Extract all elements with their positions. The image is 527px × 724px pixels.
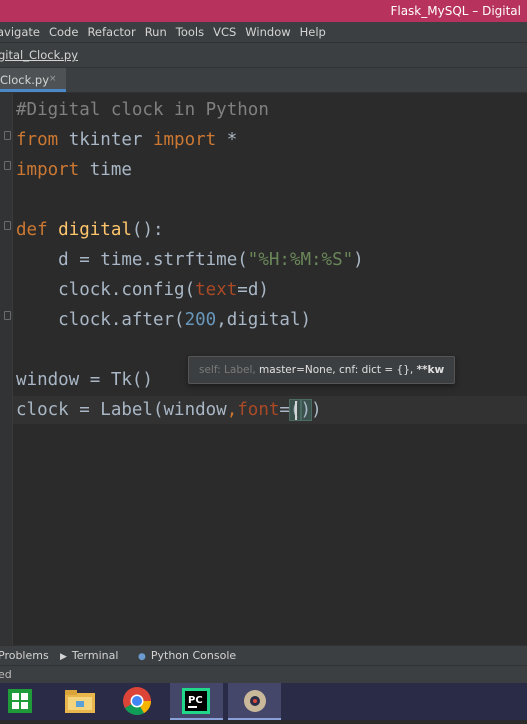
code-token: font — [237, 400, 280, 420]
code-token: = — [279, 400, 290, 420]
menu-bar: avigate Code Refactor Run Tools VCS Wind… — [0, 22, 527, 42]
code-line[interactable]: clock.after(200,digital) — [16, 305, 311, 335]
breadcrumb-file[interactable]: gital_Clock.py — [0, 48, 78, 62]
taskbar-file-explorer[interactable] — [55, 683, 108, 720]
code-line[interactable]: clock.config(text=d) — [16, 275, 269, 305]
taskbar-chrome[interactable] — [110, 683, 163, 720]
pycharm-icon: PC — [182, 688, 210, 714]
close-icon[interactable]: × — [49, 74, 57, 84]
code-token: window = Tk() — [16, 370, 153, 390]
code-line[interactable]: from tkinter import * — [16, 125, 237, 155]
code-token: clock.config( — [16, 280, 196, 300]
tab-clock-py[interactable]: Clock.py × — [0, 68, 66, 92]
code-token: tkinter — [58, 130, 153, 150]
svg-text:PC: PC — [188, 695, 203, 706]
menu-tools[interactable]: Tools — [176, 25, 204, 39]
editor-tabs: Clock.py × — [0, 68, 527, 93]
menu-refactor[interactable]: Refactor — [87, 25, 135, 39]
text-caret — [294, 400, 297, 420]
tool-window-terminal[interactable]: ▶ Terminal — [60, 649, 118, 662]
window-titlebar: Flask_MySQL – Digital — [0, 0, 527, 22]
code-token: * — [216, 130, 238, 150]
code-token: d = time.strftime( — [16, 250, 248, 270]
menu-navigate[interactable]: avigate — [0, 25, 40, 39]
code-line[interactable]: def digital(): — [16, 215, 164, 245]
code-line[interactable]: #Digital clock in Python — [16, 95, 269, 125]
window-title: Flask_MySQL – Digital — [390, 4, 521, 18]
menu-code[interactable]: Code — [49, 25, 78, 39]
code-token: ,digital) — [216, 310, 312, 330]
windows-logo-icon — [8, 689, 32, 713]
editor-gutter — [0, 93, 13, 645]
taskbar-screen-recorder[interactable] — [228, 683, 281, 720]
code-token: 200 — [184, 310, 217, 330]
taskbar-pycharm[interactable]: PC — [170, 683, 223, 720]
code-token: def — [16, 220, 48, 240]
code-token: "%H:%M:%S" — [247, 250, 354, 270]
tool-window-python-console[interactable]: ● Python Console — [138, 649, 236, 662]
parameter-info-tooltip: self: Label, master=None, cnf: dict = {}… — [188, 356, 456, 384]
tool-window-bar: Problems ▶ Terminal ● Python Console — [0, 645, 527, 666]
chrome-icon — [123, 687, 151, 715]
code-token: time — [79, 160, 132, 180]
fold-icon[interactable] — [4, 131, 11, 140]
code-token: clock.after( — [16, 310, 185, 330]
code-token: clock = Label(window — [16, 400, 227, 420]
fold-icon[interactable] — [4, 311, 11, 320]
tooltip-self-param: self: Label, — [199, 364, 256, 376]
code-token: digital — [58, 220, 132, 240]
code-line[interactable]: clock = Label(window,font=()) — [16, 395, 322, 425]
menu-run[interactable]: Run — [145, 25, 167, 39]
code-line[interactable]: window = Tk() — [16, 365, 153, 395]
code-line[interactable]: d = time.strftime("%H:%M:%S") — [16, 245, 364, 275]
status-bar: ed — [0, 665, 527, 684]
tooltip-kw-param: **kw — [416, 364, 445, 376]
menu-vcs[interactable]: VCS — [213, 25, 236, 39]
menu-help[interactable]: Help — [300, 25, 326, 39]
menu-window[interactable]: Window — [245, 25, 290, 39]
tool-window-problems[interactable]: Problems — [0, 649, 49, 662]
tab-label: Clock.py — [0, 73, 50, 87]
code-token: (): — [131, 220, 164, 240]
code-token: ) — [311, 400, 322, 420]
recorder-icon — [244, 690, 266, 712]
code-token: import — [16, 160, 80, 180]
start-button[interactable] — [0, 683, 48, 720]
code-token: ) — [353, 250, 364, 270]
code-token: , — [226, 400, 238, 420]
code-token: text — [195, 280, 238, 300]
python-console-icon: ● — [138, 652, 146, 662]
code-token: ) — [299, 399, 313, 421]
tooltip-params: master=None, cnf: dict = {}, — [255, 364, 417, 376]
status-text: ed — [0, 668, 12, 681]
windows-taskbar: PC — [0, 683, 527, 720]
navigation-bar: gital_Clock.py — [0, 42, 527, 68]
folder-icon — [65, 690, 95, 713]
code-token: import — [152, 130, 217, 150]
code-line[interactable]: import time — [16, 155, 132, 185]
fold-icon[interactable] — [4, 221, 11, 230]
code-token: =d) — [237, 280, 269, 300]
terminal-icon: ▶ — [60, 652, 67, 662]
fold-icon[interactable] — [4, 161, 11, 170]
code-token: from — [16, 130, 59, 150]
code-token: #Digital clock in Python — [16, 100, 269, 120]
